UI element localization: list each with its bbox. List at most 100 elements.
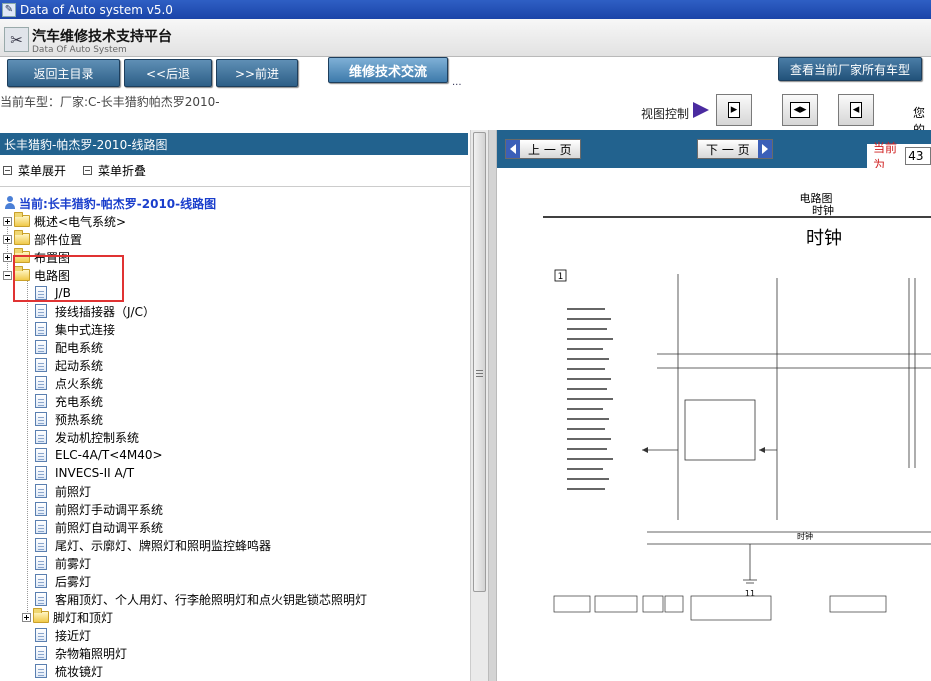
expand-all-button[interactable]: 菜单展开 <box>3 162 66 179</box>
tree-item[interactable]: 集中式连接 <box>35 320 115 338</box>
page-icon <box>35 502 47 516</box>
folder-label: 部件位置 <box>34 232 83 247</box>
folder-icon <box>14 230 30 245</box>
page-icon <box>35 628 47 642</box>
view-split-button[interactable]: ◂▸ <box>782 94 818 126</box>
tree-item[interactable]: 起动系统 <box>35 356 103 374</box>
tree-folder-part-location[interactable]: 部件位置 <box>3 230 82 248</box>
folder-open-icon <box>14 266 30 281</box>
tree-item-label: 接线插接器（J/C） <box>55 304 155 319</box>
scrollbar-thumb[interactable] <box>473 132 486 592</box>
tree-item-label: 发动机控制系统 <box>55 430 140 445</box>
diagram-subtitle: 时钟 <box>812 203 834 217</box>
arrow-right-icon: ▸ <box>727 102 741 118</box>
connector-diagrams <box>553 595 887 621</box>
forward-button[interactable]: >>前进 <box>216 59 298 87</box>
tree-item-label: 尾灯、示廓灯、牌照灯和照明监控蜂鸣器 <box>55 538 272 553</box>
current-node[interactable]: 当前:长丰猎豹-帕杰罗-2010-线路图 <box>4 194 216 212</box>
folder-label: 概述<电气系统> <box>34 214 127 229</box>
tree-item[interactable]: INVECS-II A/T <box>35 464 134 482</box>
page-icon <box>35 538 47 552</box>
tree-item[interactable]: 客厢顶灯、个人用灯、行李舱照明灯和点火钥匙锁芯照明灯 <box>35 590 367 608</box>
menu-tools: 菜单展开 菜单折叠 <box>0 161 160 179</box>
all-models-button[interactable]: 查看当前厂家所有车型 <box>778 57 922 81</box>
current-page-input[interactable]: 43 <box>905 147 931 165</box>
prev-page-button[interactable]: 上 一 页 <box>505 139 581 159</box>
expand-all-label: 菜单展开 <box>18 163 67 178</box>
diagram-title: 时钟 <box>806 228 842 249</box>
arrow-right-icon <box>757 140 772 158</box>
tree-pane: 长丰猎豹-帕杰罗-2010-线路图 菜单展开 菜单折叠 当前:长丰猎豹-帕杰罗-… <box>0 130 470 681</box>
tree-item[interactable]: 点火系统 <box>35 374 103 392</box>
expand-plus-icon[interactable] <box>3 252 12 262</box>
page-icon <box>35 286 47 300</box>
tree-item[interactable]: 前照灯手动调平系统 <box>35 500 163 518</box>
tree-item-label: 梳妆镜灯 <box>55 664 104 679</box>
tree-item-label: 后雾灯 <box>55 574 92 589</box>
back-button[interactable]: <<后退 <box>124 59 212 87</box>
page-icon <box>35 592 47 606</box>
app-icon: ✎ <box>2 2 16 17</box>
component-label-lines <box>567 308 613 490</box>
user-icon <box>4 196 16 210</box>
tree-item[interactable]: 前照灯 <box>35 482 91 500</box>
tree-folder-overview[interactable]: 概述<电气系统> <box>3 212 126 230</box>
car-info-bar: 当前车型：厂家:C-长丰猎豹帕杰罗2010- 视图控制 ▸ ◂▸ ◂ 您的 <box>0 90 931 138</box>
tree-item-label: 客厢顶灯、个人用灯、行李舱照明灯和点火钥匙锁芯照明灯 <box>55 592 368 607</box>
tech-exchange-button[interactable]: 维修技术交流 <box>328 57 448 83</box>
tree-item[interactable]: 充电系统 <box>35 392 103 410</box>
tree-item[interactable]: ELC-4A/T<4M40> <box>35 446 163 464</box>
diagram-pane: 上 一 页 下 一 页 当前为 43 电路图 时钟 时钟 1 时钟 11 <box>497 130 931 681</box>
page-icon <box>35 484 47 498</box>
expand-plus-icon[interactable] <box>3 216 12 226</box>
tree-item-label: 配电系统 <box>55 340 104 355</box>
page-icon <box>35 412 47 426</box>
tools-logo-icon: ✂ <box>4 27 29 52</box>
tree-scrollbar[interactable] <box>470 130 488 681</box>
tree-folder-foot-lamps[interactable]: 脚灯和顶灯 <box>22 608 113 626</box>
tree-item[interactable]: 预热系统 <box>35 410 103 428</box>
tree-item[interactable]: 接近灯 <box>35 626 91 644</box>
tree-item-label: 杂物箱照明灯 <box>55 646 128 661</box>
next-page-button[interactable]: 下 一 页 <box>697 139 773 159</box>
home-button[interactable]: 返回主目录 <box>7 59 120 87</box>
pane-splitter[interactable] <box>488 130 497 681</box>
page-icon <box>35 448 47 462</box>
page-icon <box>35 322 47 336</box>
tree-item[interactable]: J/B <box>35 284 71 302</box>
tree-item[interactable]: 前照灯自动调平系统 <box>35 518 163 536</box>
expand-icon <box>3 165 12 175</box>
expand-plus-icon[interactable] <box>22 612 31 622</box>
view-expand-right-button[interactable]: ▸ <box>716 94 752 126</box>
app-title: 汽车维修技术支持平台 <box>32 29 172 45</box>
tree-item[interactable]: 配电系统 <box>35 338 103 356</box>
tree-item-label: ELC-4A/T<4M40> <box>55 448 163 462</box>
tree-item[interactable]: 发动机控制系统 <box>35 428 139 446</box>
collapse-icon <box>83 165 93 175</box>
view-expand-left-button[interactable]: ◂ <box>838 94 874 126</box>
app-subtitle: Data Of Auto System <box>32 45 127 55</box>
tech-exchange-link[interactable]: ... <box>452 77 462 88</box>
scrollbar-grip-icon <box>476 370 483 377</box>
page-icon <box>35 646 47 660</box>
folder-icon <box>14 212 30 227</box>
page-number: 1 <box>558 272 564 282</box>
next-page-label: 下 一 页 <box>706 142 750 157</box>
tree-item[interactable]: 梳妆镜灯 <box>35 662 103 680</box>
tree-item[interactable]: 前雾灯 <box>35 554 91 572</box>
collapse-minus-icon[interactable] <box>3 270 12 280</box>
collapse-all-button[interactable]: 菜单折叠 <box>83 162 146 179</box>
tree-item[interactable]: 接线插接器（J/C） <box>35 302 155 320</box>
nav-bar: 返回主目录 <<后退 >>前进 维修技术交流 ... 查看当前厂家所有车型 <box>0 57 931 90</box>
folder-label: 电路图 <box>34 268 71 283</box>
tree-item[interactable]: 杂物箱照明灯 <box>35 644 127 662</box>
expand-plus-icon[interactable] <box>3 234 12 244</box>
tree-item-label: 集中式连接 <box>55 322 116 337</box>
tree-item[interactable]: 后雾灯 <box>35 572 91 590</box>
tree-folder-layout[interactable]: 布置图 <box>3 248 70 266</box>
page-icon <box>35 664 47 678</box>
view-control-label: 视图控制 <box>641 107 690 121</box>
tree-folder-circuit[interactable]: 电路图 <box>3 266 70 284</box>
page-toolbar: 上 一 页 下 一 页 当前为 43 <box>497 130 931 172</box>
tree-item[interactable]: 尾灯、示廓灯、牌照灯和照明监控蜂鸣器 <box>35 536 271 554</box>
